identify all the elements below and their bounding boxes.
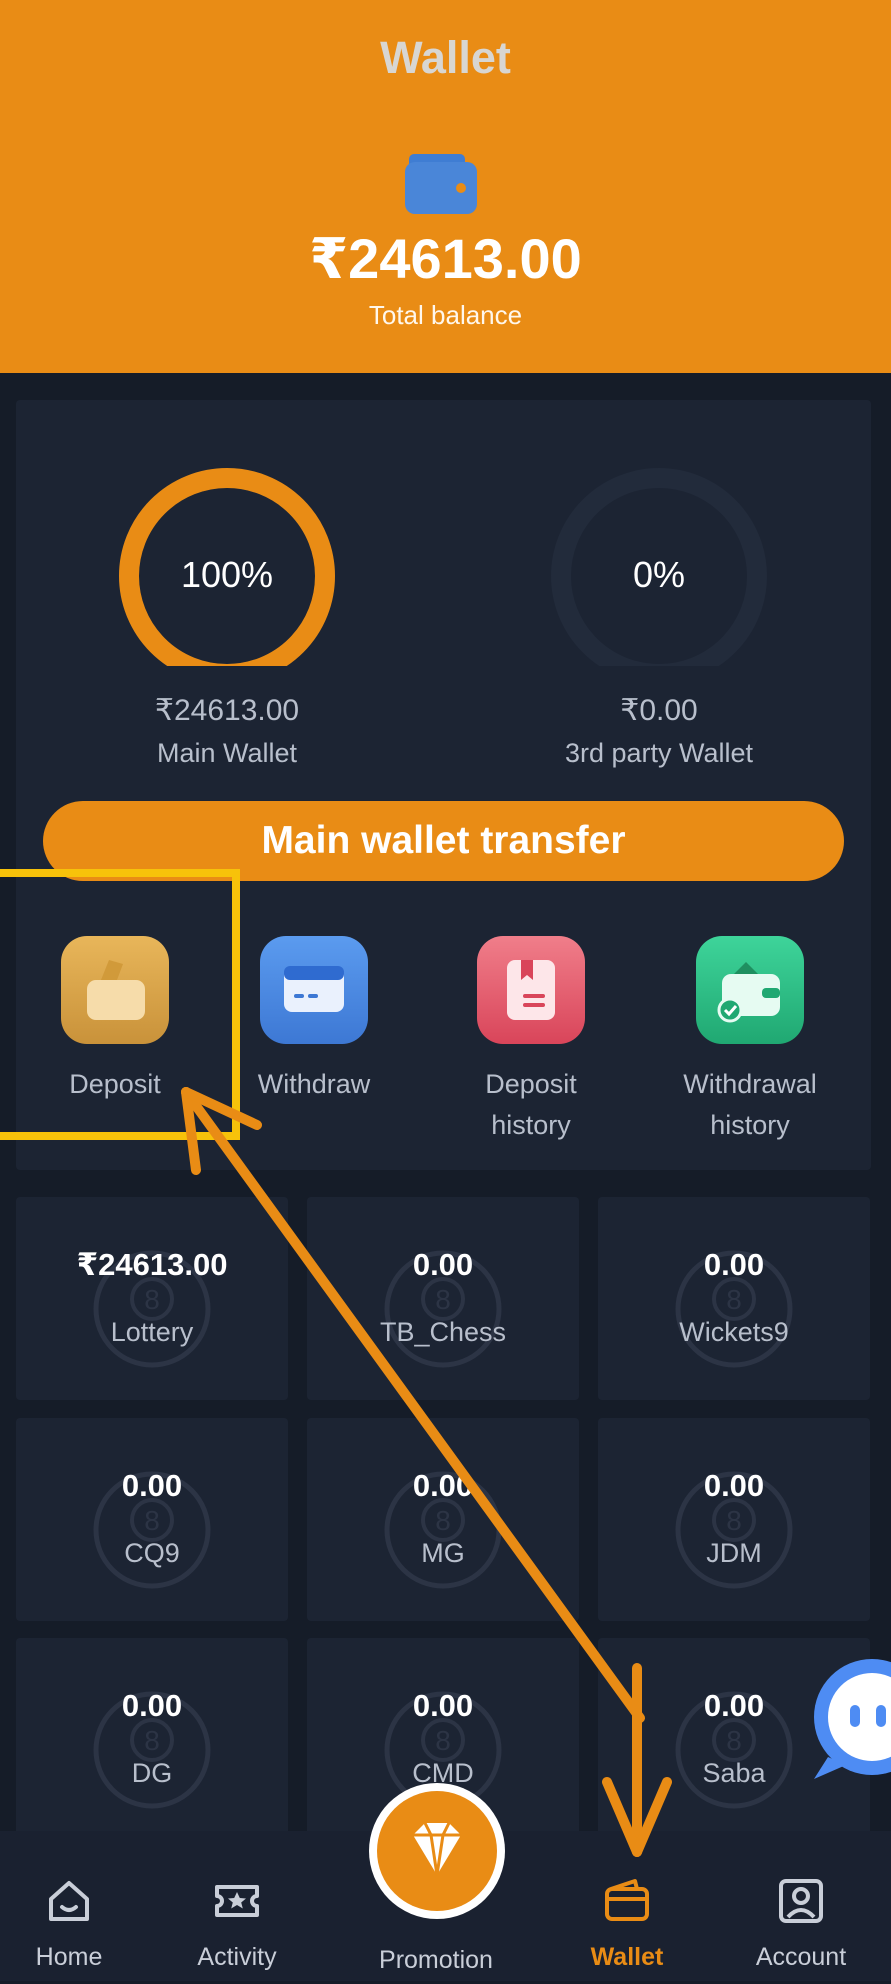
- game-wallet-card[interactable]: 8 0.00 DG: [16, 1638, 288, 1841]
- main-wallet-label: Main Wallet: [156, 738, 298, 768]
- third-party-wallet-ring: 0%: [549, 466, 769, 666]
- annotation-arrow-up: [181, 1087, 645, 1723]
- nav-account[interactable]: Account: [726, 1831, 876, 1981]
- deposit-history-icon: [477, 936, 585, 1044]
- game-balance: 0.00: [412, 1247, 474, 1282]
- third-party-wallet-amount: ₹0.00: [620, 694, 698, 727]
- nav-account-label: Account: [755, 1943, 847, 1971]
- svg-text:8: 8: [435, 1505, 451, 1536]
- deposit-label: Deposit: [69, 1069, 161, 1099]
- game-name: Lottery: [110, 1317, 194, 1347]
- nav-wallet-label: Wallet: [590, 1943, 664, 1971]
- withdrawal-history-icon: [696, 936, 804, 1044]
- nav-promotion[interactable]: Promotion: [361, 1834, 511, 1984]
- game-wallet-card[interactable]: 8 ₹24613.00 Lottery: [16, 1197, 288, 1400]
- svg-text:8: 8: [144, 1505, 160, 1536]
- game-wallet-card[interactable]: 8 0.00 TB_Chess: [307, 1197, 579, 1400]
- account-icon: [779, 1879, 823, 1923]
- nav-home[interactable]: Home: [0, 1831, 144, 1981]
- total-balance-label: Total balance: [368, 300, 523, 330]
- svg-text:8: 8: [726, 1725, 742, 1756]
- game-balance: 0.00: [121, 1468, 183, 1503]
- svg-text:8: 8: [144, 1725, 160, 1756]
- game-balance: 0.00: [121, 1688, 183, 1723]
- game-balance: 0.00: [703, 1247, 765, 1282]
- withdraw-card-icon: [260, 936, 368, 1044]
- home-icon: [49, 1881, 89, 1921]
- game-wallet-card[interactable]: 8 0.00 CQ9: [16, 1418, 288, 1621]
- withdraw-action[interactable]: Withdraw: [229, 936, 399, 1105]
- svg-text:8: 8: [435, 1284, 451, 1315]
- game-name: JDM: [706, 1538, 762, 1568]
- nav-activity-label: Activity: [197, 1943, 277, 1971]
- deposit-icon: [61, 936, 169, 1044]
- nav-home-label: Home: [35, 1943, 103, 1971]
- game-balance: 0.00: [412, 1688, 474, 1723]
- game-wallet-card[interactable]: 8 0.00 JDM: [598, 1418, 870, 1621]
- withdrawal-history-action[interactable]: Withdrawal history: [665, 936, 835, 1146]
- wallet-icon: [405, 154, 477, 214]
- game-balance: 0.00: [412, 1468, 474, 1503]
- game-balance: 0.00: [703, 1468, 765, 1503]
- main-wallet-percent: 100%: [180, 554, 274, 595]
- game-wallet-card[interactable]: 8 0.00 MG: [307, 1418, 579, 1621]
- game-name: Wickets9: [679, 1317, 789, 1347]
- withdrawal-history-label: Withdrawal history: [683, 1069, 817, 1140]
- svg-text:8: 8: [726, 1505, 742, 1536]
- game-balance: ₹24613.00: [76, 1247, 228, 1282]
- game-wallet-card[interactable]: 8 0.00 Wickets9: [598, 1197, 870, 1400]
- main-wallet-transfer-button[interactable]: Main wallet transfer: [43, 801, 844, 881]
- nav-wallet[interactable]: Wallet: [552, 1831, 702, 1981]
- game-name: DG: [131, 1758, 173, 1788]
- page-title: Wallet: [380, 32, 511, 83]
- customer-service-chat-icon[interactable]: [808, 1657, 891, 1787]
- wallet-header: Wallet ₹24613.00 Total balance: [0, 0, 891, 373]
- deposit-history-action[interactable]: Deposit history: [446, 936, 616, 1146]
- game-name: CQ9: [124, 1538, 180, 1568]
- deposit-action[interactable]: Deposit: [30, 936, 200, 1105]
- total-balance-amount: ₹24613.00: [309, 227, 582, 290]
- svg-text:8: 8: [435, 1725, 451, 1756]
- nav-promotion-label: Promotion: [379, 1946, 493, 1974]
- nav-activity[interactable]: Activity: [162, 1831, 312, 1981]
- deposit-history-label: Deposit history: [485, 1069, 577, 1140]
- svg-text:8: 8: [726, 1284, 742, 1315]
- svg-text:8: 8: [144, 1284, 160, 1315]
- third-party-wallet-percent: 0%: [632, 554, 686, 595]
- main-wallet-amount: ₹24613.00: [154, 694, 300, 727]
- game-name: TB_Chess: [379, 1317, 507, 1347]
- activity-ticket-icon: [215, 1885, 259, 1917]
- third-party-wallet-label: 3rd party Wallet: [564, 738, 754, 768]
- wallet-icon: [605, 1879, 649, 1921]
- game-name: MG: [421, 1538, 465, 1568]
- main-wallet-ring: 100%: [117, 466, 337, 666]
- withdraw-label: Withdraw: [257, 1069, 371, 1099]
